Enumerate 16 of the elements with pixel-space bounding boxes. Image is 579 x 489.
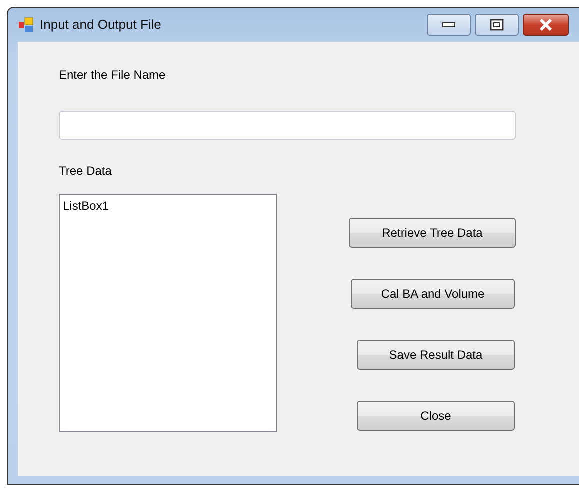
action-button[interactable]: Cal BA and Volume [351,279,515,309]
close-icon [539,19,553,31]
action-button[interactable]: Close [357,401,515,431]
app-icon [18,17,34,33]
close-button[interactable] [523,14,569,36]
tree-data-listbox[interactable]: ListBox1 [59,194,277,432]
listbox-label: Tree Data [59,163,113,180]
action-button[interactable]: Save Result Data [357,340,515,370]
maximize-button[interactable] [475,14,519,36]
action-button[interactable]: Retrieve Tree Data [349,218,516,248]
field-label: Enter the File Name [59,67,167,84]
window-title: Input and Output File [40,16,162,34]
minimize-button[interactable] [427,14,471,36]
maximize-icon [490,19,504,31]
file-name-field[interactable] [59,111,516,140]
minimize-icon [442,22,456,28]
